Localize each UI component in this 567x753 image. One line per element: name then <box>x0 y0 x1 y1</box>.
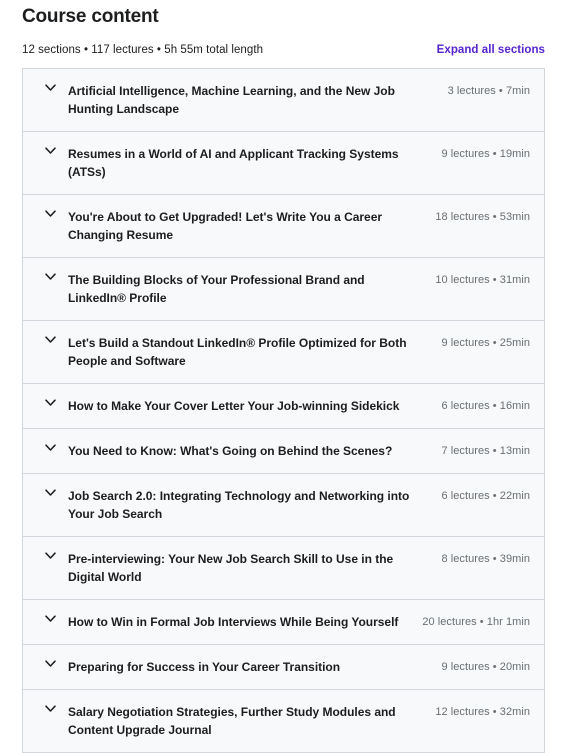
chevron-down-icon <box>43 145 57 161</box>
course-section-title: Let's Build a Standout LinkedIn® Profile… <box>68 336 407 368</box>
course-section-title: Resumes in a World of AI and Applicant T… <box>68 147 399 179</box>
course-section-meta: 9 lectures • 19min <box>441 148 530 160</box>
course-section-row-2[interactable]: Resumes in a World of AI and Applicant T… <box>23 132 544 195</box>
chevron-down-icon <box>43 82 57 98</box>
course-section-title: You Need to Know: What's Going on Behind… <box>68 444 393 458</box>
course-section-row-11[interactable]: Preparing for Success in Your Career Tra… <box>23 645 544 690</box>
course-section-meta: 6 lectures • 22min <box>441 490 530 502</box>
course-section-meta: 18 lectures • 53min <box>435 211 530 223</box>
course-section-meta: 3 lectures • 7min <box>447 85 530 97</box>
course-section-row-10[interactable]: How to Win in Formal Job Interviews Whil… <box>23 600 544 645</box>
course-section-row-8[interactable]: Job Search 2.0: Integrating Technology a… <box>23 474 544 537</box>
course-section-row-4[interactable]: The Building Blocks of Your Professional… <box>23 258 544 321</box>
course-section-meta: 7 lectures • 13min <box>441 445 530 457</box>
course-section-meta: 10 lectures • 31min <box>435 274 530 286</box>
course-section-title: The Building Blocks of Your Professional… <box>68 273 365 305</box>
chevron-down-icon <box>43 271 57 287</box>
course-section-row-12[interactable]: Salary Negotiation Strategies, Further S… <box>23 690 544 752</box>
course-section-title: Job Search 2.0: Integrating Technology a… <box>68 489 410 521</box>
course-section-row-6[interactable]: How to Make Your Cover Letter Your Job-w… <box>23 384 544 429</box>
chevron-down-icon <box>43 487 57 503</box>
course-section-meta: 20 lectures • 1hr 1min <box>422 616 530 628</box>
course-section-meta: 6 lectures • 16min <box>441 400 530 412</box>
course-section-title: You're About to Get Upgraded! Let's Writ… <box>68 210 383 242</box>
course-section-row-7[interactable]: You Need to Know: What's Going on Behind… <box>23 429 544 474</box>
course-section-row-3[interactable]: You're About to Get Upgraded! Let's Writ… <box>23 195 544 258</box>
chevron-down-icon <box>43 334 57 350</box>
expand-all-sections-link[interactable]: Expand all sections <box>437 42 545 58</box>
course-section-row-1[interactable]: Artificial Intelligence, Machine Learnin… <box>23 69 544 132</box>
course-section-row-5[interactable]: Let's Build a Standout LinkedIn® Profile… <box>23 321 544 384</box>
chevron-down-icon <box>43 703 57 719</box>
course-section-title: How to Make Your Cover Letter Your Job-w… <box>68 399 400 413</box>
course-section-title: Pre-interviewing: Your New Job Search Sk… <box>68 552 394 584</box>
course-section-title: Artificial Intelligence, Machine Learnin… <box>68 84 395 116</box>
course-section-row-9[interactable]: Pre-interviewing: Your New Job Search Sk… <box>23 537 544 600</box>
chevron-down-icon <box>43 442 57 458</box>
page-title: Course content <box>22 6 159 27</box>
chevron-down-icon <box>43 397 57 413</box>
course-sections-accordion: Artificial Intelligence, Machine Learnin… <box>22 68 545 753</box>
chevron-down-icon <box>43 550 57 566</box>
course-summary-text: 12 sections • 117 lectures • 5h 55m tota… <box>22 44 264 56</box>
course-section-meta: 9 lectures • 25min <box>441 337 530 349</box>
course-section-title: Preparing for Success in Your Career Tra… <box>68 660 341 674</box>
course-section-meta: 9 lectures • 20min <box>441 661 530 673</box>
chevron-down-icon <box>43 613 57 629</box>
course-section-meta: 8 lectures • 39min <box>441 553 530 565</box>
course-section-title: Salary Negotiation Strategies, Further S… <box>68 705 396 737</box>
course-section-meta: 12 lectures • 32min <box>435 706 530 718</box>
chevron-down-icon <box>43 208 57 224</box>
chevron-down-icon <box>43 658 57 674</box>
course-summary-row: 12 sections • 117 lectures • 5h 55m tota… <box>22 42 545 58</box>
course-content-page: Course content 12 sections • 117 lecture… <box>0 0 567 753</box>
course-section-title: How to Win in Formal Job Interviews Whil… <box>68 615 399 629</box>
